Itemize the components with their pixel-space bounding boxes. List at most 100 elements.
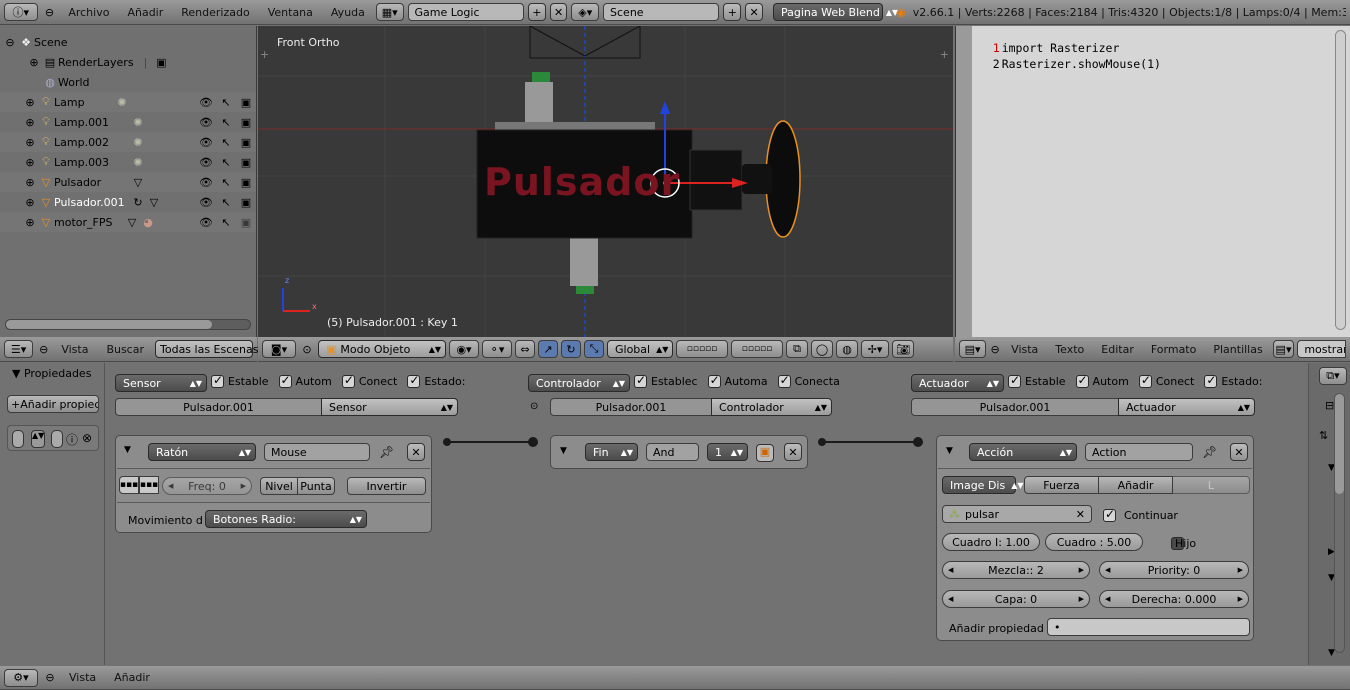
editor-type-button[interactable]: ⚙▾ — [4, 668, 38, 687]
menu-editar[interactable]: Editar — [1094, 343, 1141, 356]
logic-view-toggle-button[interactable]: ⧉▾ — [1319, 367, 1347, 385]
sensor-show-linked-checkbox[interactable] — [278, 373, 292, 388]
editor-type-button[interactable]: ▤▾ — [959, 340, 987, 358]
transform-orientation-dropdown[interactable]: Global ▲▼ — [607, 340, 673, 358]
controller-state-icon[interactable]: ⊙ — [530, 401, 538, 412]
layers-block-2[interactable]: ▫▫▫▫▫ — [731, 340, 783, 358]
outliner-item-lamp-003[interactable]: ⊕ 💡︎ Lamp.003 ✺ 👁︎ ↖ ▣ — [0, 152, 256, 172]
actuator-show-links-checkbox[interactable] — [1138, 373, 1152, 388]
expand-icon[interactable]: ⊕ — [22, 94, 38, 110]
render-camera-icon[interactable]: ▣ — [238, 134, 254, 150]
expand-icon[interactable]: ⊕ — [22, 174, 38, 190]
menu-ventana[interactable]: Ventana — [261, 6, 320, 19]
menu-ayuda[interactable]: Ayuda — [324, 6, 372, 19]
visibility-eye-icon[interactable]: 👁︎ — [198, 94, 214, 110]
layer-field[interactable]: ◀ Capa: 0 ▶ — [942, 590, 1090, 608]
outliner-item-world[interactable]: ◍ World — [0, 72, 256, 92]
actuator-object-dropdown[interactable]: Actuador ▲▼ — [1118, 398, 1255, 416]
outliner-scrollbar[interactable] — [5, 319, 251, 330]
outliner-item-pulsador[interactable]: ⊕ ▽ Pulsador ▽ 👁︎ ↖ ▣ — [0, 172, 256, 192]
menu-renderizado[interactable]: Renderizado — [174, 6, 256, 19]
controller-priority-icon[interactable]: ▣ — [756, 444, 774, 462]
property-debug-icon[interactable]: ⓘ — [66, 431, 78, 448]
outliner-item-lamp-001[interactable]: ⊕ 💡︎ Lamp.001 ✺ 👁︎ ↖ ▣ — [0, 112, 256, 132]
text-browse-button[interactable]: ▤▾ — [1272, 340, 1295, 358]
select-cursor-icon[interactable]: ↖ — [218, 214, 234, 230]
visibility-eye-icon[interactable]: 👁︎ — [198, 134, 214, 150]
expand-icon[interactable]: ⊕ — [26, 54, 42, 70]
text-datablock-field[interactable]: mostrarCu — [1297, 340, 1346, 358]
pulse-false-button[interactable]: ▪▪▪ — [139, 476, 159, 494]
render-camera-icon[interactable]: ▣ — [238, 114, 254, 130]
visibility-eye-icon[interactable]: 👁︎ — [198, 174, 214, 190]
collapse-menu-icon[interactable]: ⊖ — [42, 670, 58, 686]
properties-panel-header[interactable]: ▼ Propiedades — [12, 367, 91, 380]
logic-side-icon-2[interactable]: ⇅ — [1319, 429, 1328, 442]
menu-anadir[interactable]: Añadir — [120, 6, 170, 19]
sensor-type-dropdown[interactable]: Ratón ▲▼ — [148, 443, 256, 461]
menu-vista[interactable]: Vista — [1004, 343, 1045, 356]
select-cursor-icon[interactable]: ↖ — [218, 194, 234, 210]
controller-object-name[interactable]: Pulsador.001 — [550, 398, 712, 416]
collapse-menu-icon[interactable]: ⊙ — [299, 341, 315, 357]
logic-side-icon-1[interactable]: ⊟ — [1325, 399, 1334, 412]
add-sensor-dropdown[interactable]: Sensor ▲▼ — [115, 374, 207, 392]
actuator-input-socket[interactable] — [913, 437, 923, 447]
outliner-item-motor-fps[interactable]: ⊕ ▽ motor_FPS ▽ ◕ 👁︎ ↖ ▣ — [0, 212, 256, 232]
pulse-true-button[interactable]: ▪▪▪ — [119, 476, 139, 494]
viewport-shading-button[interactable]: ◉▾ — [449, 340, 479, 358]
mouse-event-dropdown[interactable]: Botones Radio: ▲▼ — [205, 510, 367, 528]
interaction-mode-dropdown[interactable]: ▣ Modo Objeto ▲▼ — [318, 340, 446, 358]
controller-show-links-checkbox[interactable] — [777, 373, 791, 388]
actuator-show-state-filter-checkbox[interactable] — [1204, 373, 1218, 388]
display-filter-dropdown[interactable]: Todas las Escenas — [155, 340, 259, 358]
select-cursor-icon[interactable]: ↖ — [218, 94, 234, 110]
controller-show-state-checkbox[interactable] — [634, 373, 647, 388]
priority-field[interactable]: ◀ Priority: 0 ▶ — [1099, 561, 1249, 579]
add-game-property-button[interactable]: + Añadir propied — [7, 395, 99, 413]
actuator-type-dropdown[interactable]: Acción ▲▼ — [969, 443, 1077, 461]
sensor-object-dropdown[interactable]: Sensor ▲▼ — [321, 398, 458, 416]
menu-archivo[interactable]: Archivo — [61, 6, 116, 19]
controller-show-linked-checkbox[interactable] — [707, 373, 721, 388]
add-button[interactable]: Añadir — [1098, 476, 1173, 494]
screen-layout-field[interactable]: Game Logic — [407, 3, 524, 21]
translate-manipulator-icon[interactable]: ↗ — [538, 340, 558, 358]
outliner-item-renderlayers[interactable]: ⊕ ▤ RenderLayers | ▣ — [0, 52, 256, 72]
select-cursor-icon[interactable]: ↖ — [218, 134, 234, 150]
continue-checkbox[interactable] — [1103, 507, 1116, 522]
render-camera-icon[interactable]: ▣ — [238, 154, 254, 170]
info-editor-type-button[interactable]: ⓘ▾ — [4, 3, 38, 21]
property-remove-icon[interactable]: ⊗ — [82, 431, 92, 445]
brick-collapse-icon[interactable]: ▼ — [124, 445, 131, 455]
menu-buscar[interactable]: Buscar — [99, 343, 151, 356]
actuator-object-name[interactable]: Pulsador.001 — [911, 398, 1119, 416]
collapse-menu-icon[interactable]: ⊖ — [989, 341, 1001, 357]
outliner-item-lamp[interactable]: ⊕ 💡︎ Lamp ✺ 👁︎ ↖ ▣ — [0, 92, 256, 112]
pin-icon[interactable]: 📌︎ — [1202, 445, 1217, 459]
remove-sensor-button[interactable]: ✕ — [407, 443, 425, 461]
render-engine-dropdown[interactable]: Pagina Web Blend ▲▼ — [772, 3, 898, 21]
remove-screen-button[interactable]: ✕ — [549, 3, 568, 21]
property-type-dropdown[interactable]: ▲▼ — [31, 430, 45, 448]
end-frame-field[interactable]: Cuadro : 5.00 — [1045, 533, 1143, 551]
render-camera-icon[interactable]: ▣ — [238, 174, 254, 190]
scale-manipulator-icon[interactable]: ⤡ — [584, 340, 604, 358]
scene-icon-button[interactable]: ◈▾ — [571, 3, 600, 21]
frequency-field[interactable]: ◀ Freq: 0 ▶ — [162, 477, 252, 495]
visibility-eye-icon[interactable]: 👁︎ — [198, 114, 214, 130]
tap-button[interactable]: Punta — [297, 477, 335, 495]
controller-type-field[interactable]: And — [646, 443, 699, 461]
add-screen-button[interactable]: + — [527, 3, 546, 21]
frame-property-field[interactable]: • — [1047, 618, 1250, 636]
pivot-point-button[interactable]: ⚬▾ — [482, 340, 512, 358]
property-name-field[interactable] — [51, 430, 63, 448]
sensor-show-links-checkbox[interactable] — [341, 373, 355, 388]
force-button[interactable]: Fuerza — [1024, 476, 1099, 494]
sensor-show-state-filter-checkbox[interactable] — [407, 373, 421, 388]
editor-type-button[interactable]: ◙▾ — [262, 340, 296, 358]
render-preview-icon[interactable]: 📷︎ — [892, 340, 914, 358]
add-scene-button[interactable]: + — [723, 3, 742, 21]
layer-weight-field[interactable]: ◀ Derecha: 0.000 ▶ — [1099, 590, 1249, 608]
text-editor[interactable]: 1 import Rasterizer 2 Rasterizer.showMouse… — [955, 26, 1350, 337]
